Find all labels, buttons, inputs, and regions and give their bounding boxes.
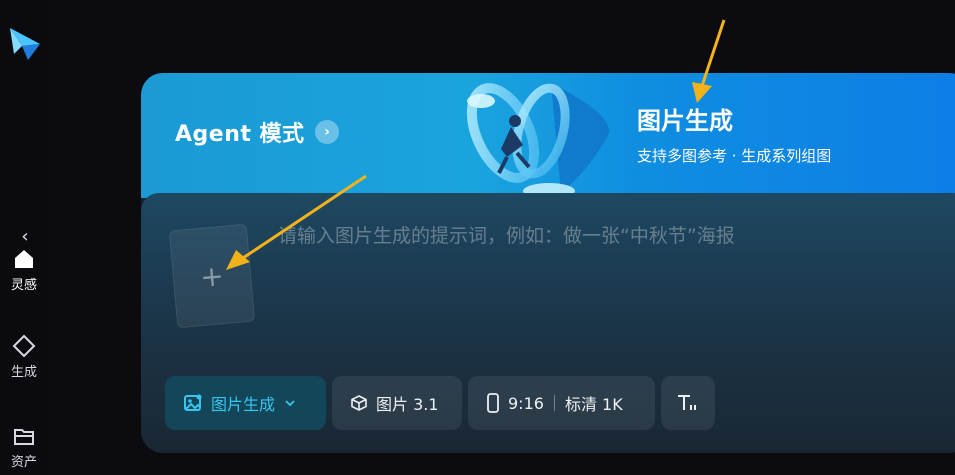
folder-icon	[14, 429, 34, 445]
sidebar-item-assets[interactable]: 资产	[0, 423, 48, 470]
plus-icon: +	[198, 259, 226, 294]
image-upload-button[interactable]: +	[168, 223, 256, 329]
prompt-input[interactable]: 请输入图片生成的提示词，例如：做一张“中秋节”海报	[278, 221, 735, 248]
mode-select-button[interactable]: 图片生成	[165, 376, 326, 430]
portrait-ratio-icon	[487, 393, 499, 413]
ratio-label: 9:16	[508, 393, 544, 413]
sidebar-item-label: 资产	[10, 455, 37, 470]
banner-illustration	[466, 83, 610, 198]
text-style-button[interactable]	[661, 376, 715, 430]
model-select-button[interactable]: 图片 3.1	[332, 376, 462, 430]
cube-icon	[351, 395, 367, 411]
sidebar-item-label: 生成	[10, 365, 37, 380]
sidebar-item-inspiration[interactable]: 灵感	[0, 246, 48, 293]
home-icon	[15, 250, 33, 268]
prompt-area[interactable]: + 请输入图片生成的提示词，例如：做一张“中秋节”海报 图片生成 图片 3.1	[141, 193, 955, 453]
ratio-quality-button[interactable]: 9:16 标清 1K	[468, 376, 655, 430]
feature-title: 图片生成	[637, 107, 733, 135]
feature-subtitle: 支持多图参考 · 生成系列组图	[637, 147, 832, 165]
text-style-icon	[678, 395, 696, 410]
generation-card: Agent 模式 › 图片生成 支持多图参考 · 生成系列组图 + 请输入图片生…	[141, 73, 955, 453]
chevron-right-icon[interactable]: ›	[315, 120, 339, 144]
sidebar-item-generate[interactable]: 生成	[0, 333, 48, 380]
model-label: 图片 3.1	[376, 395, 439, 414]
app-logo-icon[interactable]	[6, 24, 44, 64]
chevron-left-icon[interactable]: ‹	[14, 226, 36, 248]
mode-banner: Agent 模式 › 图片生成 支持多图参考 · 生成系列组图	[141, 73, 955, 198]
agent-mode-title[interactable]: Agent 模式	[175, 116, 305, 148]
sidebar-item-label: 灵感	[10, 278, 37, 293]
divider	[553, 395, 555, 411]
mode-label: 图片生成	[211, 395, 276, 414]
diamond-icon	[12, 334, 36, 358]
sidebar: ‹ 灵感 生成 资产	[0, 0, 48, 475]
quality-label: 标清 1K	[564, 395, 623, 414]
image-gen-icon	[184, 394, 202, 411]
chevron-down-icon	[285, 400, 295, 407]
